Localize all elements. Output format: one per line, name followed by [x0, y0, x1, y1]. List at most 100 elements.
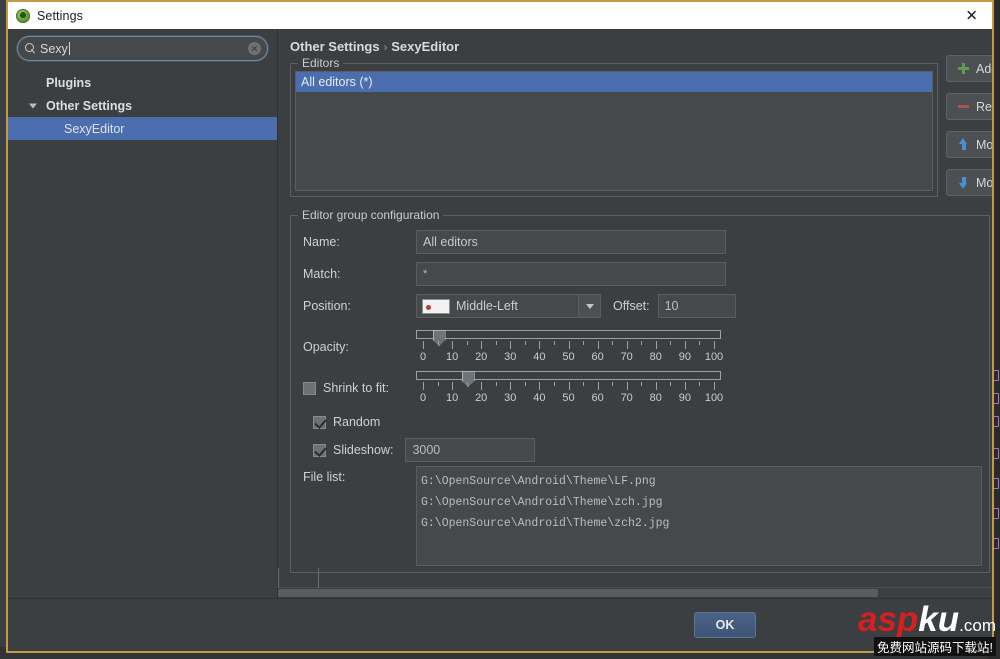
- slider-tick-label: 10: [446, 351, 458, 363]
- position-value: Middle-Left: [456, 299, 578, 313]
- random-checkbox[interactable]: [313, 416, 326, 429]
- close-icon[interactable]: ✕: [965, 8, 978, 23]
- slider-tick-label: 90: [679, 351, 691, 363]
- slider-tick-label: 0: [420, 392, 426, 404]
- slider-tick-label: 40: [533, 392, 545, 404]
- slider-tick-label: 100: [705, 351, 723, 363]
- match-field[interactable]: *: [416, 262, 726, 286]
- settings-sidebar: Sexy Plugins Other Settings SexyEditor: [8, 29, 278, 598]
- opacity-slider[interactable]: 0102030405060708090100: [416, 326, 721, 365]
- sidebar-item-label: SexyEditor: [64, 122, 124, 136]
- sidebar-item-sexyeditor[interactable]: SexyEditor: [8, 117, 277, 140]
- shrink-label-wrap: Shrink to fit:: [303, 367, 416, 395]
- file-list-line: G:\OpenSource\Android\Theme\LF.png: [421, 471, 981, 492]
- slider-tick-label: 50: [562, 351, 574, 363]
- settings-tree: Plugins Other Settings SexyEditor: [8, 67, 277, 140]
- opacity-tick-labels: 0102030405060708090100: [416, 351, 721, 365]
- slider-tick-label: 20: [475, 392, 487, 404]
- slider-tick-label: 70: [621, 392, 633, 404]
- chevron-down-icon[interactable]: [578, 295, 600, 317]
- dialog-title: Settings: [37, 9, 83, 23]
- config-form: Name: All editors Match: * Position: Mid…: [291, 224, 989, 572]
- position-select[interactable]: Middle-Left: [416, 294, 601, 318]
- breadcrumb-parent[interactable]: Other Settings: [290, 39, 380, 54]
- offset-field[interactable]: 10: [658, 294, 736, 318]
- move-down-button-label: Move down: [976, 176, 992, 190]
- slider-tick-label: 0: [420, 351, 426, 363]
- list-item[interactable]: All editors (*): [296, 72, 932, 92]
- move-up-button-label: Move up: [976, 138, 992, 152]
- shrink-slider[interactable]: 0102030405060708090100: [416, 367, 721, 406]
- search-input[interactable]: Sexy: [17, 36, 268, 61]
- settings-content-pane: Other Settings ›SexyEditor Editors All ed…: [278, 29, 992, 598]
- opacity-label: Opacity:: [303, 326, 416, 354]
- dialog-button-bar: OK: [8, 598, 992, 651]
- ok-button[interactable]: OK: [694, 612, 756, 638]
- editors-action-buttons: Add Remove Move up Move down: [946, 55, 992, 207]
- chevron-down-icon[interactable]: [29, 103, 37, 108]
- opacity-slider-track[interactable]: [416, 330, 721, 339]
- shrink-to-fit-checkbox[interactable]: [303, 382, 316, 395]
- slider-tick-label: 60: [591, 351, 603, 363]
- breadcrumb-current: SexyEditor: [391, 39, 459, 54]
- slideshow-label: Slideshow:: [333, 443, 393, 457]
- arrow-down-icon: [957, 176, 970, 189]
- plus-icon: [957, 62, 970, 75]
- move-down-button[interactable]: Move down: [946, 169, 992, 196]
- sidebar-item-plugins[interactable]: Plugins: [8, 71, 277, 94]
- editors-group-legend: Editors: [298, 56, 343, 70]
- position-row: Position: Middle-Left Offset: 10: [303, 294, 989, 318]
- match-label: Match:: [303, 267, 416, 281]
- config-group-legend: Editor group configuration: [298, 208, 443, 222]
- breadcrumb-separator: ›: [384, 42, 388, 54]
- add-button[interactable]: Add: [946, 55, 992, 82]
- content-hscrollbar[interactable]: [278, 587, 992, 598]
- slider-tick-label: 80: [650, 392, 662, 404]
- search-wrapper: Sexy: [8, 36, 277, 67]
- hscrollbar-thumb[interactable]: [278, 589, 878, 597]
- opacity-tick-marks: [416, 341, 721, 351]
- arrow-up-icon: [957, 138, 970, 151]
- dialog-body: Sexy Plugins Other Settings SexyEditor: [8, 29, 992, 598]
- slider-tick-label: 70: [621, 351, 633, 363]
- editor-group-configuration: Editor group configuration Name: All edi…: [290, 215, 990, 573]
- editors-group: Editors All editors (*): [290, 63, 938, 197]
- slider-tick-label: 10: [446, 392, 458, 404]
- slider-tick-label: 60: [591, 392, 603, 404]
- clear-circle-icon[interactable]: [248, 42, 261, 55]
- file-list-textarea[interactable]: G:\OpenSource\Android\Theme\LF.png G:\Op…: [416, 466, 982, 566]
- opacity-row: Opacity: 0102030405060708090100: [303, 326, 989, 365]
- name-field[interactable]: All editors: [416, 230, 726, 254]
- minus-icon: [957, 100, 970, 113]
- random-row: Random: [303, 410, 989, 434]
- slider-tick-label: 30: [504, 392, 516, 404]
- shrink-tick-labels: 0102030405060708090100: [416, 392, 721, 406]
- slider-tick-label: 50: [562, 392, 574, 404]
- slider-tick-label: 80: [650, 351, 662, 363]
- remove-button[interactable]: Remove: [946, 93, 992, 120]
- breadcrumb: Other Settings ›SexyEditor: [290, 39, 992, 54]
- random-label: Random: [333, 415, 380, 429]
- slideshow-checkbox[interactable]: [313, 444, 326, 457]
- sidebar-item-other-settings[interactable]: Other Settings: [8, 94, 277, 117]
- shrink-row: Shrink to fit: 0102030405060708090100: [303, 367, 989, 406]
- settings-dialog: Settings ✕ Sexy Plugins Other Settings: [6, 0, 994, 653]
- name-label: Name:: [303, 235, 416, 249]
- name-row: Name: All editors: [303, 230, 989, 254]
- slideshow-row: Slideshow: 3000: [303, 438, 989, 462]
- position-preview-icon: [422, 299, 450, 314]
- file-list-row: File list: G:\OpenSource\Android\Theme\L…: [303, 466, 989, 566]
- file-list-line: G:\OpenSource\Android\Theme\zch.jpg: [421, 492, 981, 513]
- slider-tick-label: 30: [504, 351, 516, 363]
- shrink-tick-marks: [416, 382, 721, 392]
- match-row: Match: *: [303, 262, 989, 286]
- position-label: Position:: [303, 299, 416, 313]
- offset-label: Offset:: [613, 299, 650, 313]
- search-icon: [25, 43, 36, 54]
- slider-tick-label: 90: [679, 392, 691, 404]
- slideshow-field[interactable]: 3000: [405, 438, 535, 462]
- file-list-line: G:\OpenSource\Android\Theme\zch2.jpg: [421, 513, 981, 534]
- shrink-slider-track[interactable]: [416, 371, 721, 380]
- editors-listbox[interactable]: All editors (*): [295, 71, 933, 191]
- move-up-button[interactable]: Move up: [946, 131, 992, 158]
